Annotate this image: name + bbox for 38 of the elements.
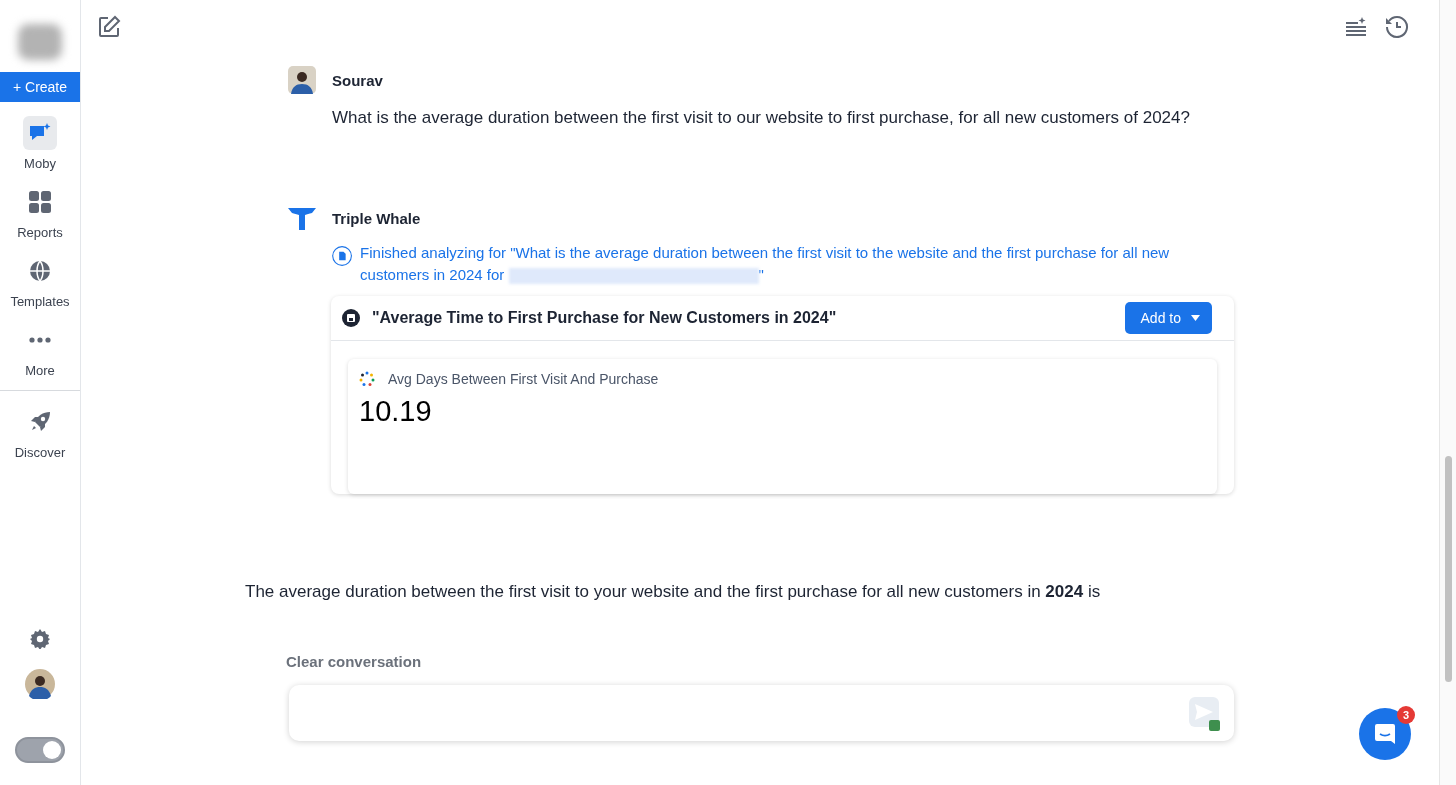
status-indicator (1209, 720, 1220, 731)
logo-blur (18, 24, 62, 60)
scrollbar-thumb[interactable] (1444, 456, 1452, 682)
create-button[interactable]: + Create (0, 72, 80, 102)
grid-icon (29, 191, 51, 213)
answer-text: The average duration between the first visit to your website and the first purchase for all new customers in 2024 is (245, 582, 1102, 602)
send-button[interactable] (1189, 697, 1219, 727)
edit-icon[interactable] (97, 15, 121, 39)
nav-item[interactable]: Discover (0, 405, 80, 460)
save-icon (342, 309, 360, 327)
clear-conversation-button[interactable]: Clear conversation (286, 653, 422, 670)
report-title: "Average Time to First Purchase for New Customers in 2024" (372, 309, 837, 327)
more-icon (29, 337, 51, 343)
history-icon[interactable] (1385, 15, 1409, 39)
chat-bubble-icon (1373, 722, 1397, 746)
nav-item[interactable]: Templates (0, 254, 80, 309)
notification-badge: 3 (1397, 706, 1415, 724)
globe-icon (29, 260, 51, 282)
message-text: What is the average duration between the first visit to our website to first purchase, for all new customers of 2024? (332, 108, 1191, 128)
user-avatar[interactable] (25, 669, 55, 699)
settings-icon[interactable] (30, 629, 50, 649)
send-icon (1195, 704, 1213, 720)
nav-item[interactable]: More (0, 323, 80, 378)
rocket-icon (29, 411, 51, 433)
status-text: Finished analyzing for "What is the average duration between the first visit to the website and the first purchase for all new customers in 2024 for " (360, 243, 1171, 286)
nav-item[interactable]: Moby (0, 116, 80, 171)
add-to-button[interactable]: Add to (1124, 302, 1212, 334)
metric-label: Avg Days Between First Visit And Purchase (388, 371, 659, 387)
author-name: Sourav (332, 71, 383, 89)
sparkle-list-icon[interactable] (1345, 17, 1367, 37)
loading-dots-icon (359, 371, 375, 387)
dark-mode-toggle[interactable] (15, 737, 65, 763)
whale-logo-icon (288, 206, 316, 230)
caret-icon (1191, 315, 1200, 321)
nav-item[interactable]: Reports (0, 185, 80, 240)
metric-value: 10.19 (359, 395, 433, 428)
user-avatar (288, 66, 316, 94)
author-name: Triple Whale (332, 209, 421, 227)
